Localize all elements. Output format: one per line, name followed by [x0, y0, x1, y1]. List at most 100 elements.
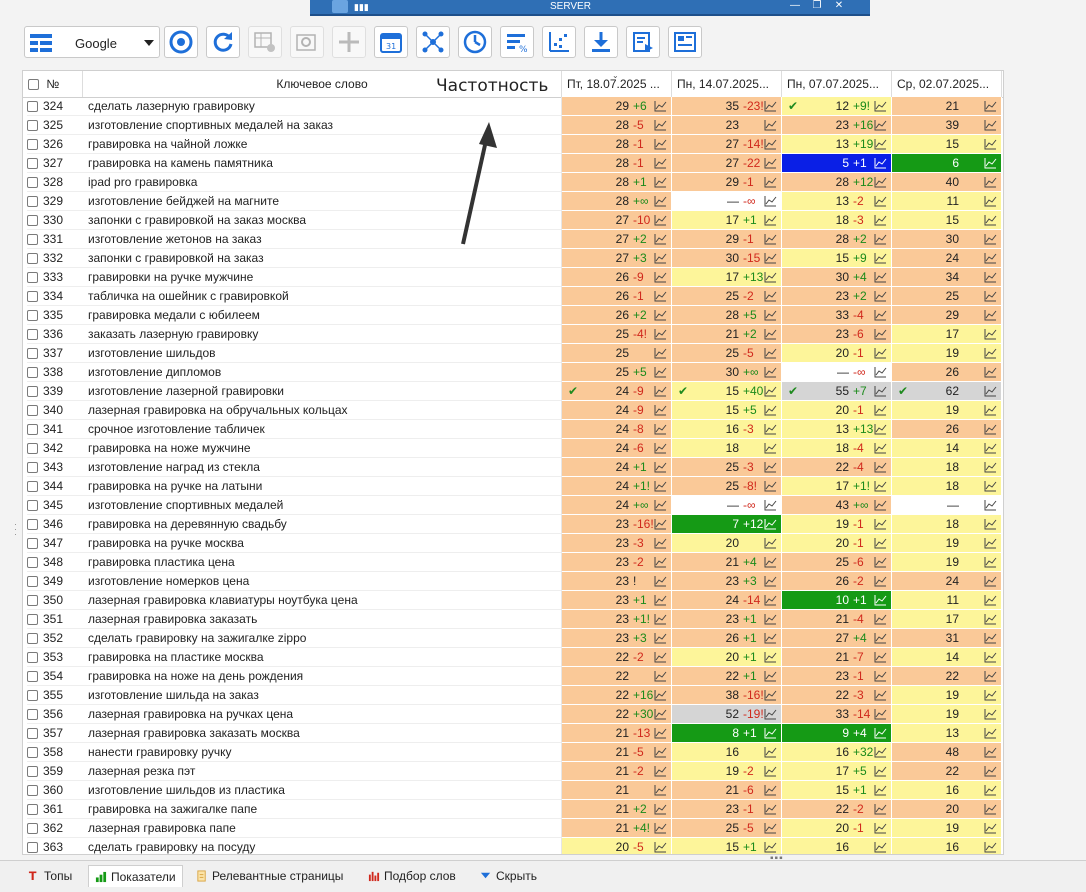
trend-chart-icon[interactable] [874, 727, 887, 739]
row-checkbox[interactable] [27, 576, 38, 588]
position-cell[interactable]: 21 +4! [562, 819, 672, 838]
table-row[interactable]: 341 срочное изготовление табличек 24 -8 16 -3… [23, 420, 1003, 439]
trend-chart-icon[interactable] [874, 670, 887, 682]
row-checkbox[interactable] [27, 652, 38, 664]
trend-chart-icon[interactable] [874, 423, 887, 435]
trend-chart-icon[interactable] [874, 157, 887, 169]
position-cell[interactable]: 22 [892, 762, 1002, 781]
trend-chart-icon[interactable] [984, 366, 997, 378]
trend-chart-icon[interactable] [764, 271, 777, 283]
position-cell[interactable]: 26 [892, 363, 1002, 382]
trend-chart-icon[interactable] [984, 499, 997, 511]
keyword-cell[interactable]: табличка на ошейник с гравировкой [83, 287, 562, 306]
trend-chart-icon[interactable] [874, 499, 887, 511]
trend-chart-icon[interactable] [654, 176, 667, 188]
position-cell[interactable]: 20 -5 [562, 838, 672, 854]
clock-button[interactable] [458, 26, 492, 58]
table-row[interactable]: 331 изготовление жетонов на заказ 27 +2 29 -1… [23, 230, 1003, 249]
position-cell[interactable]: 23 +1 [562, 591, 672, 610]
table-row[interactable]: 339 изготовление лазерной гравировки ✔ 24 -9… [23, 382, 1003, 401]
sort-percent-button[interactable]: % [500, 26, 534, 58]
trend-chart-icon[interactable] [874, 347, 887, 359]
keyword-cell[interactable]: сделать гравировку на посуду [83, 838, 562, 854]
position-cell[interactable]: 23 +2 [782, 287, 892, 306]
row-checkbox[interactable] [27, 234, 38, 246]
table-row[interactable]: 348 гравировка пластика цена 23 -2 21 +4 25 -6 1… [23, 553, 1003, 572]
keyword-cell[interactable]: лазерная гравировка папе [83, 819, 562, 838]
position-cell[interactable]: 16 [892, 838, 1002, 854]
table-row[interactable]: 353 гравировка на пластике москва 22 -2 20 +1… [23, 648, 1003, 667]
position-cell[interactable]: 23 -16! [562, 515, 672, 534]
table-row[interactable]: 360 изготовление шильдов из пластика 21 21-… [23, 781, 1003, 800]
table-row[interactable]: 330 запонки с гравировкой на заказ москва… [23, 211, 1003, 230]
row-checkbox[interactable] [27, 690, 38, 702]
trend-chart-icon[interactable] [654, 708, 667, 720]
position-cell[interactable]: 21 +2 [672, 325, 782, 344]
report-button[interactable] [668, 26, 702, 58]
row-checkbox[interactable] [27, 443, 38, 455]
position-cell[interactable]: 19 [892, 686, 1002, 705]
trend-chart-icon[interactable] [984, 233, 997, 245]
row-checkbox[interactable] [27, 709, 38, 721]
keyword-cell[interactable]: лазерная гравировка заказать москва [83, 724, 562, 743]
trend-chart-icon[interactable] [764, 404, 777, 416]
trend-chart-icon[interactable] [764, 594, 777, 606]
position-cell[interactable]: 14 [892, 648, 1002, 667]
position-cell[interactable]: 27 -22 [672, 154, 782, 173]
position-cell[interactable]: 31 [892, 629, 1002, 648]
trend-chart-icon[interactable] [654, 651, 667, 663]
trend-chart-icon[interactable] [874, 100, 887, 112]
trend-chart-icon[interactable] [984, 271, 997, 283]
header-select-all[interactable]: № [23, 71, 83, 97]
position-cell[interactable]: 26 -9 [562, 268, 672, 287]
trend-chart-icon[interactable] [654, 518, 667, 530]
trend-chart-icon[interactable] [984, 613, 997, 625]
keyword-cell[interactable]: гравировка на деревянную свадьбу [83, 515, 562, 534]
trend-chart-icon[interactable] [984, 195, 997, 207]
trend-chart-icon[interactable] [654, 613, 667, 625]
position-cell[interactable]: 27 +4 [782, 629, 892, 648]
position-cell[interactable]: 20 [672, 534, 782, 553]
position-cell[interactable]: 18 -3 [782, 211, 892, 230]
table-row[interactable]: 332 запонки с гравировкой на заказ 27 +3 30-… [23, 249, 1003, 268]
position-cell[interactable]: 28 +1 [562, 173, 672, 192]
trend-chart-icon[interactable] [764, 347, 777, 359]
position-cell[interactable]: 25 +5 [562, 363, 672, 382]
trend-chart-icon[interactable] [984, 290, 997, 302]
position-cell[interactable]: 23 -1 [672, 800, 782, 819]
keyword-cell[interactable]: гравировка на ноже мужчине [83, 439, 562, 458]
trend-chart-icon[interactable] [654, 252, 667, 264]
table-row[interactable]: 329 изготовление бейджей на магните 28 +∞ — -… [23, 192, 1003, 211]
row-checkbox[interactable] [27, 253, 38, 265]
position-cell[interactable]: ✔ 55 +7 [782, 382, 892, 401]
position-cell[interactable]: 23 -1 [782, 667, 892, 686]
network-button[interactable] [416, 26, 450, 58]
trend-chart-icon[interactable] [654, 214, 667, 226]
keyword-cell[interactable]: сделать лазерную гравировку [83, 97, 562, 116]
trend-chart-icon[interactable] [874, 784, 887, 796]
position-cell[interactable]: 23! [562, 572, 672, 591]
trend-chart-icon[interactable] [984, 689, 997, 701]
table-row[interactable]: 361 гравировка на зажигалке папе 21 +2 23 -1 2… [23, 800, 1003, 819]
trend-chart-icon[interactable] [984, 746, 997, 758]
trend-chart-icon[interactable] [654, 670, 667, 682]
row-checkbox[interactable] [27, 158, 38, 170]
position-cell[interactable]: 21 [892, 97, 1002, 116]
trend-chart-icon[interactable] [984, 328, 997, 340]
position-cell[interactable]: 27 -14! [672, 135, 782, 154]
position-cell[interactable]: 25 -4! [562, 325, 672, 344]
position-cell[interactable]: 40 [892, 173, 1002, 192]
trend-chart-icon[interactable] [874, 689, 887, 701]
trend-chart-icon[interactable] [654, 594, 667, 606]
trend-chart-icon[interactable] [654, 632, 667, 644]
trend-chart-icon[interactable] [984, 822, 997, 834]
table-row[interactable]: 358 нанести гравировку ручку 21 -5 16 16 +32 48 [23, 743, 1003, 762]
position-cell[interactable]: 13 [892, 724, 1002, 743]
trend-chart-icon[interactable] [874, 594, 887, 606]
row-checkbox[interactable] [27, 215, 38, 227]
position-cell[interactable]: 25 -6 [782, 553, 892, 572]
trend-chart-icon[interactable] [874, 176, 887, 188]
trend-chart-icon[interactable] [654, 499, 667, 511]
trend-chart-icon[interactable] [654, 290, 667, 302]
trend-chart-icon[interactable] [764, 442, 777, 454]
